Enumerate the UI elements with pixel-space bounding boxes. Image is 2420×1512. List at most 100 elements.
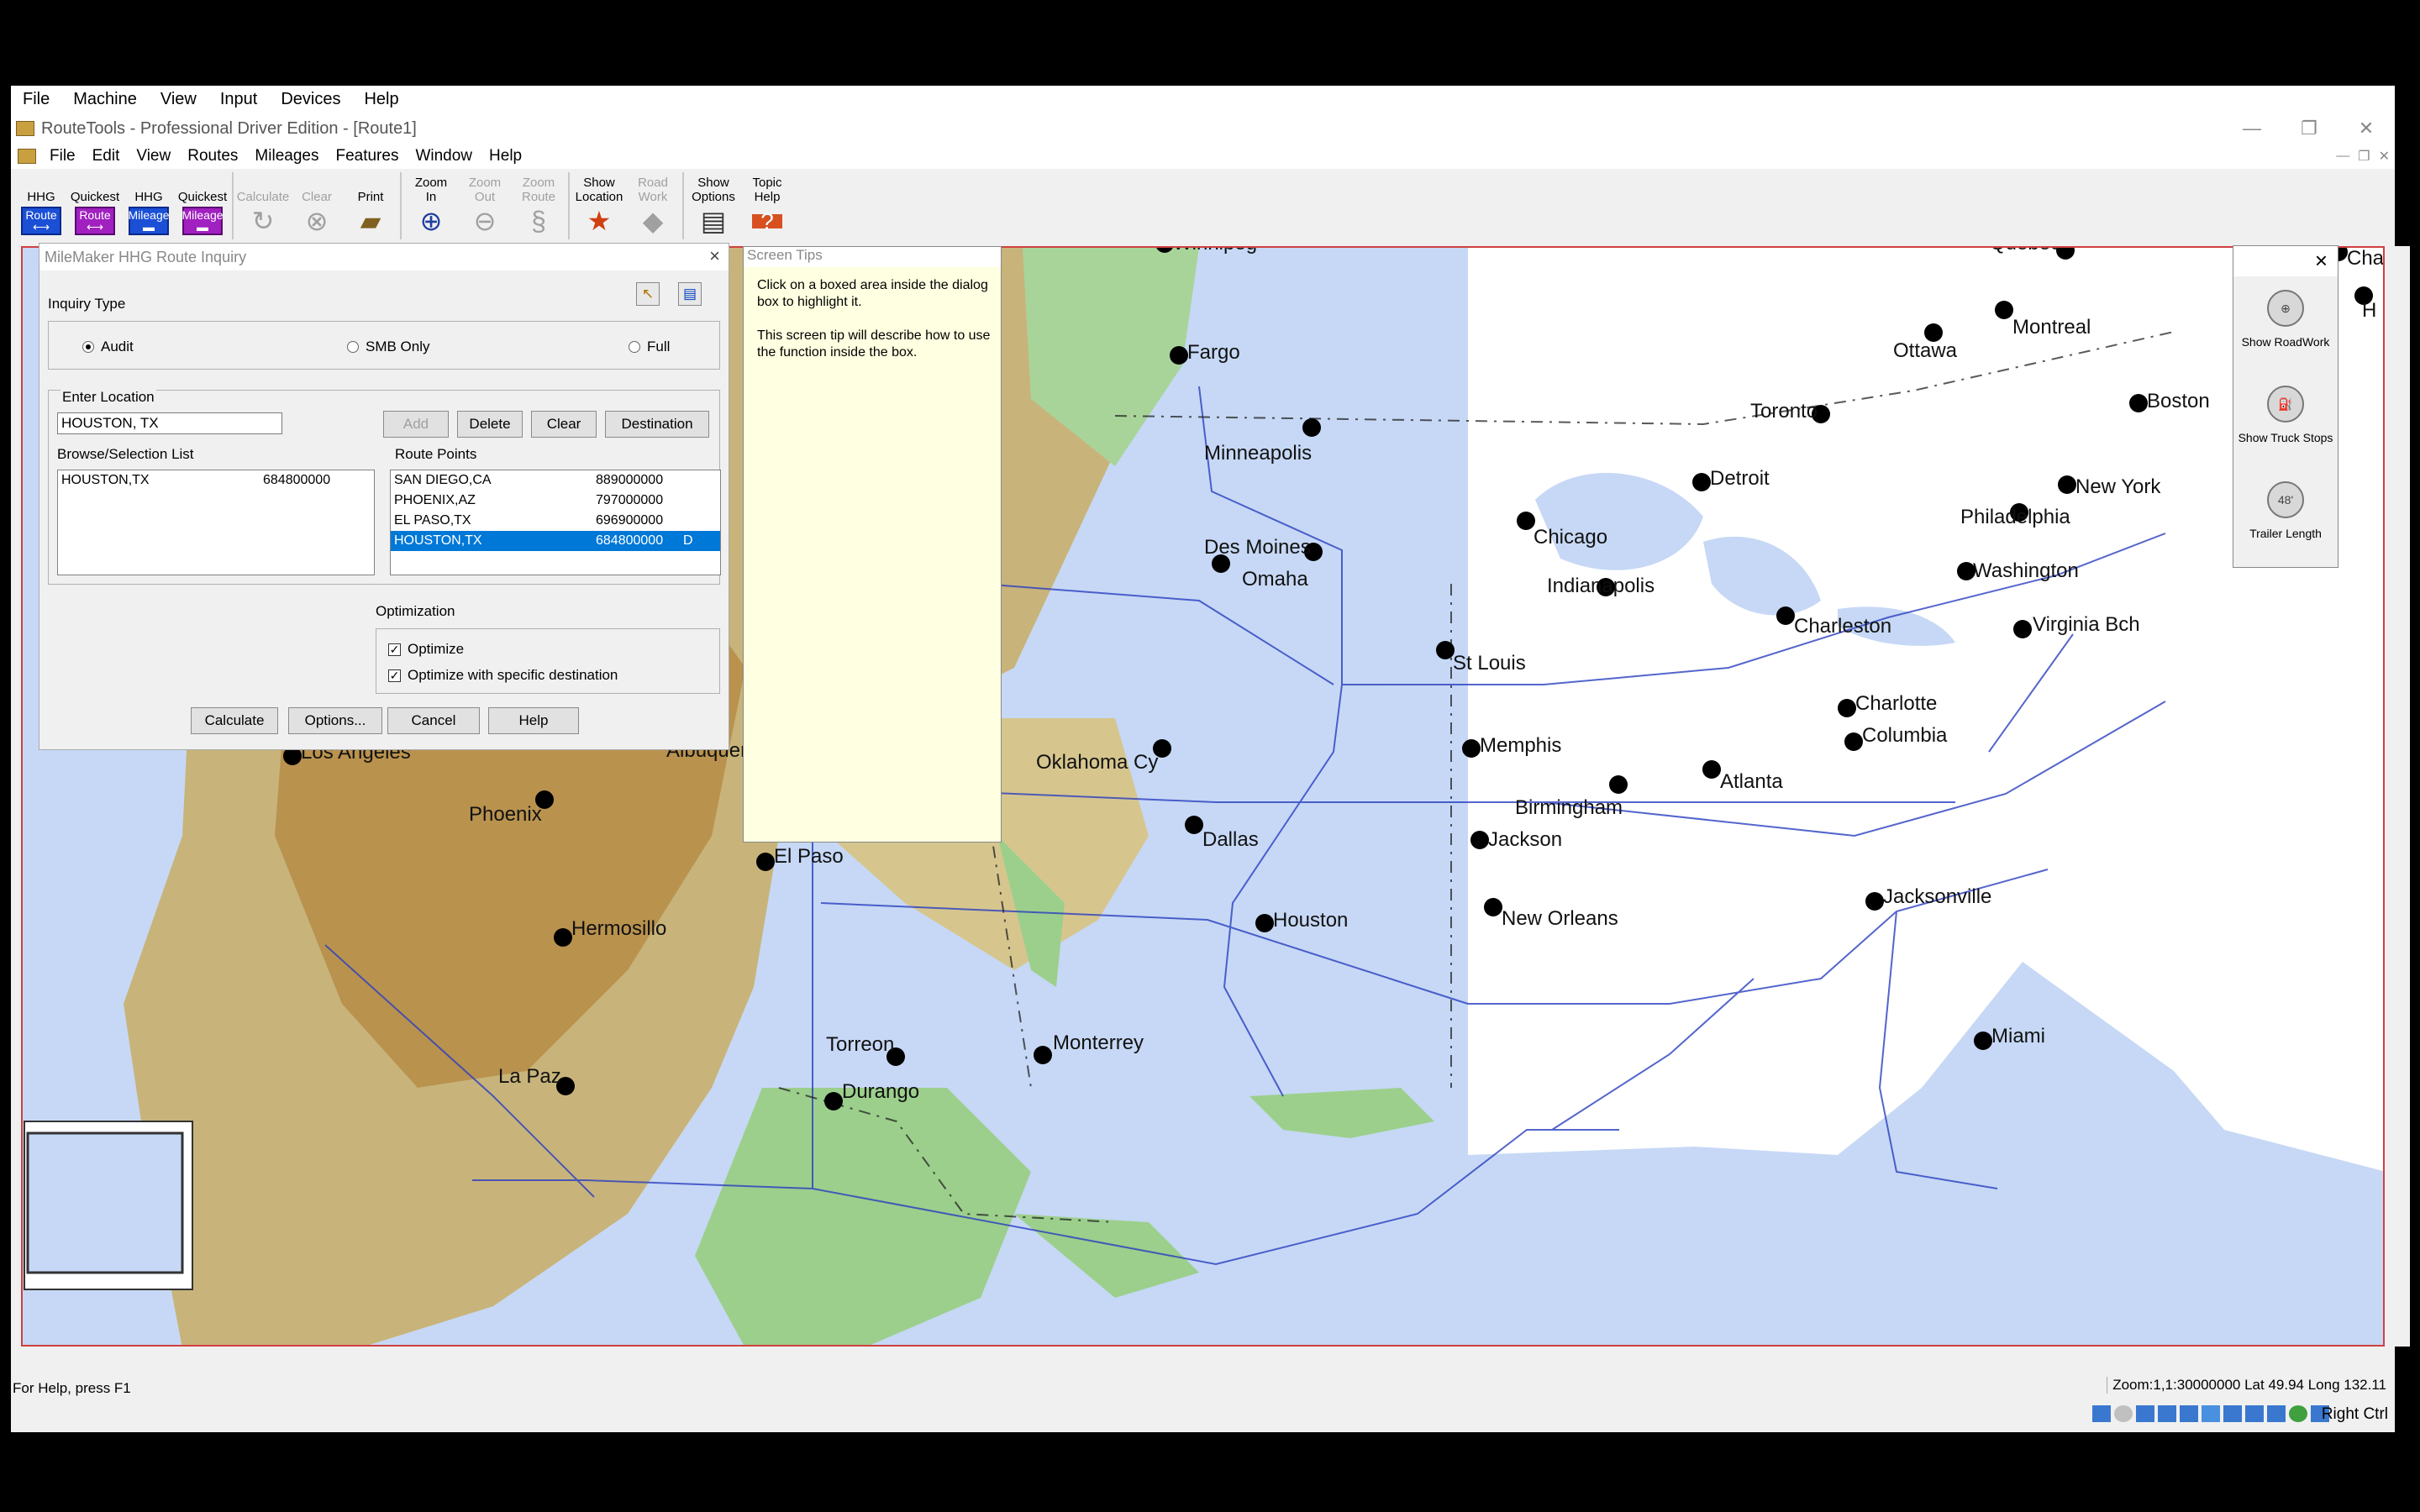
palette-item[interactable]: 48' Trailer Length	[2233, 475, 2338, 564]
toolbar-button-hhg-mileage[interactable]: HHG Mileage ▬	[122, 169, 176, 236]
vm-menu-devices[interactable]: Devices	[269, 90, 352, 109]
city-marker[interactable]	[1170, 346, 1188, 365]
palette-item[interactable]: ⊕ Show RoadWork	[2233, 283, 2338, 372]
screen-tip-icon[interactable]: ▤	[678, 282, 702, 306]
city-marker[interactable]	[1844, 732, 1863, 751]
city-marker[interactable]	[1185, 816, 1203, 834]
optical-icon[interactable]	[2114, 1405, 2133, 1422]
toolbar-button-hhg-route[interactable]: HHG Route ⟷	[14, 169, 68, 236]
usb-icon[interactable]	[2180, 1405, 2198, 1422]
menu-mileages[interactable]: Mileages	[246, 147, 327, 165]
city-marker[interactable]	[2129, 394, 2148, 412]
cancel-button[interactable]: Cancel	[387, 707, 480, 734]
cpu-icon[interactable]	[2267, 1405, 2286, 1422]
city-marker[interactable]	[1517, 512, 1535, 530]
route-point-row[interactable]: EL PASO,TX 696900000	[391, 511, 720, 531]
toolbar-button-zoom-in[interactable]: Zoom In ⊕	[404, 169, 458, 236]
vm-menu-machine[interactable]: Machine	[61, 90, 149, 109]
optimize-checkbox[interactable]: ✓ Optimize	[388, 641, 464, 658]
city-marker[interactable]	[824, 1092, 843, 1110]
route-points-list[interactable]: SAN DIEGO,CA 889000000 PHOENIX,AZ 797000000…	[390, 470, 721, 575]
display-icon[interactable]	[2223, 1405, 2242, 1422]
city-marker[interactable]	[1838, 699, 1856, 717]
menu-routes[interactable]: Routes	[179, 147, 246, 165]
shared-folder-icon[interactable]	[2202, 1405, 2220, 1422]
help-button[interactable]: Help	[488, 707, 579, 734]
add-button[interactable]: Add	[383, 411, 449, 438]
toolbar-button-print[interactable]: Print ▰	[344, 169, 397, 236]
city-marker[interactable]	[1470, 831, 1489, 849]
dialog-close-icon[interactable]: ×	[709, 245, 720, 267]
list-item[interactable]: HOUSTON,TX 684800000	[58, 470, 374, 491]
toolbar-button-clear[interactable]: Clear ⊗	[290, 169, 344, 236]
map-horizontal-scrollbar[interactable]	[23, 1347, 2385, 1372]
city-marker[interactable]	[2013, 620, 2032, 638]
toolbar-button-zoom-route[interactable]: Zoom Route §	[512, 169, 566, 236]
radio-audit[interactable]: Audit	[82, 339, 134, 355]
radio-smb-only[interactable]: SMB Only	[347, 339, 430, 355]
city-marker[interactable]	[1692, 473, 1711, 491]
radio-full[interactable]: Full	[629, 339, 670, 355]
menu-edit[interactable]: Edit	[84, 147, 129, 165]
optimize-destination-checkbox[interactable]: ✓ Optimize with specific destination	[388, 667, 618, 684]
menu-file[interactable]: File	[41, 147, 84, 165]
palette-close-icon[interactable]: ×	[2315, 248, 2328, 274]
mdi-restore-button[interactable]: ❐	[2358, 148, 2370, 165]
city-marker[interactable]	[1702, 760, 1721, 779]
city-marker[interactable]	[1995, 301, 2013, 319]
vm-menu-help[interactable]: Help	[352, 90, 410, 109]
city-marker[interactable]	[1776, 606, 1795, 625]
pointer-help-icon[interactable]: ↖	[636, 282, 660, 306]
toolbar-button-zoom-out[interactable]: Zoom Out ⊖	[458, 169, 512, 236]
minimize-button[interactable]: —	[2223, 113, 2281, 144]
city-marker[interactable]	[1609, 775, 1628, 794]
menu-window[interactable]: Window	[407, 147, 481, 165]
city-marker[interactable]	[1974, 1032, 1992, 1050]
city-marker[interactable]	[1302, 418, 1321, 437]
menu-features[interactable]: Features	[327, 147, 407, 165]
map-vertical-scrollbar[interactable]	[2385, 246, 2410, 1347]
destination-button[interactable]: Destination	[605, 411, 709, 438]
calculate-button[interactable]: Calculate	[191, 707, 278, 734]
menu-help[interactable]: Help	[481, 147, 530, 165]
menu-view[interactable]: View	[128, 147, 179, 165]
city-marker[interactable]	[1255, 914, 1274, 932]
city-marker[interactable]	[1865, 892, 1884, 911]
delete-button[interactable]: Delete	[457, 411, 523, 438]
toolbar-button-topic-help[interactable]: Topic Help?	[740, 169, 794, 236]
restore-button[interactable]: ❐	[2281, 113, 2338, 144]
vm-menu-file[interactable]: File	[11, 90, 61, 109]
toolbar-button-quickest-route[interactable]: Quickest Route ⟷	[68, 169, 122, 236]
city-marker[interactable]	[1462, 739, 1481, 758]
city-marker[interactable]	[1212, 554, 1230, 573]
palette-item[interactable]: ⛽ Show Truck Stops	[2233, 379, 2338, 468]
city-marker[interactable]	[1436, 641, 1455, 659]
toolbar-button-show-options[interactable]: Show Options ▤	[687, 169, 740, 236]
clear-button[interactable]: Clear	[531, 411, 597, 438]
city-marker[interactable]	[756, 853, 775, 871]
toolbar-button-road-work[interactable]: Road Work ◆	[626, 169, 680, 236]
audio-icon[interactable]	[2136, 1405, 2154, 1422]
route-point-row[interactable]: HOUSTON,TX 684800000 D	[391, 531, 720, 551]
recording-icon[interactable]	[2245, 1405, 2264, 1422]
mouse-integration-icon[interactable]	[2289, 1405, 2307, 1422]
city-marker[interactable]	[554, 928, 572, 947]
toolbar-button-show-location[interactable]: Show Location ★	[572, 169, 626, 236]
mdi-close-button[interactable]: ✕	[2379, 148, 2390, 165]
vm-menu-input[interactable]: Input	[208, 90, 269, 109]
network-icon[interactable]	[2158, 1405, 2176, 1422]
route-point-row[interactable]: SAN DIEGO,CA 889000000	[391, 470, 720, 491]
mdi-minimize-button[interactable]: —	[2336, 149, 2349, 164]
hdd-icon[interactable]	[2092, 1405, 2111, 1422]
document-icon[interactable]	[18, 149, 36, 164]
options-button[interactable]: Options...	[288, 707, 382, 734]
route-point-row[interactable]: PHOENIX,AZ 797000000	[391, 491, 720, 511]
location-input[interactable]	[57, 412, 282, 434]
toolbar-button-calculate[interactable]: Calculate ↻	[236, 169, 290, 236]
city-marker[interactable]	[1484, 898, 1502, 916]
toolbar-button-quickest-mileage[interactable]: Quickest Mileage ▬	[176, 169, 229, 236]
browse-selection-list[interactable]: HOUSTON,TX 684800000	[57, 470, 375, 575]
city-marker[interactable]	[1034, 1046, 1052, 1064]
city-marker[interactable]	[2058, 475, 2076, 494]
close-button[interactable]: ✕	[2338, 113, 2395, 144]
